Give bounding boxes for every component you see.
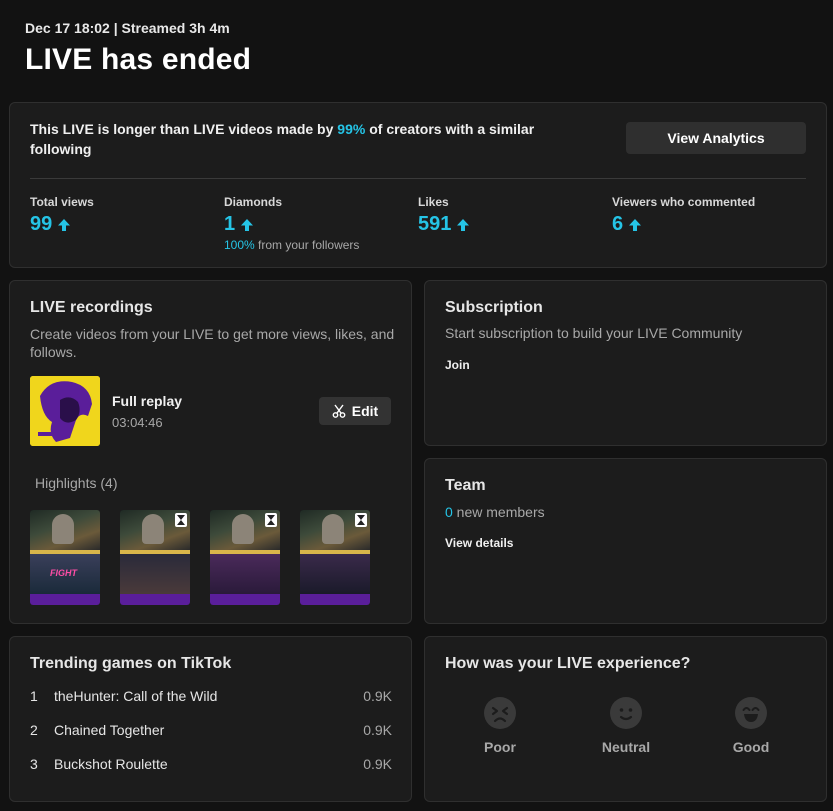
card-title: Team xyxy=(445,477,486,494)
thumbnail-person xyxy=(322,514,344,544)
game-value: 0.9K xyxy=(363,756,392,772)
stat-value-row: 1 xyxy=(224,213,359,236)
game-name: Chained Together xyxy=(54,722,165,738)
summary-text-before: This LIVE is longer than LIVE videos mad… xyxy=(30,121,338,137)
feedback-label: Poor xyxy=(484,739,516,755)
game-value: 0.9K xyxy=(363,722,392,738)
team-new-members: 0 new members xyxy=(445,504,545,520)
card-description: Create videos from your LIVE to get more… xyxy=(30,326,395,360)
arrow-up-icon xyxy=(457,218,470,231)
stat-label: Total views xyxy=(30,195,94,209)
page-title: LIVE has ended xyxy=(25,43,252,76)
team-card: Team 0 new members View details xyxy=(424,458,827,624)
feedback-poor-option[interactable]: Poor xyxy=(460,697,540,755)
thumbnail-game: FIGHT xyxy=(30,554,100,594)
hourglass-icon xyxy=(175,513,187,527)
thumbnail-webcam xyxy=(30,510,100,550)
card-title: Subscription xyxy=(445,299,543,316)
arrow-up-icon xyxy=(241,218,254,231)
fight-text: FIGHT xyxy=(50,568,77,578)
summary-card: This LIVE is longer than LIVE videos mad… xyxy=(9,102,827,268)
highlights-label: Highlights (4) xyxy=(35,475,118,491)
summary-percent: 99% xyxy=(337,121,366,137)
list-item[interactable]: 2 Chained Together 0.9K xyxy=(30,722,392,742)
sad-face-icon xyxy=(484,697,516,729)
feedback-neutral-option[interactable]: Neutral xyxy=(586,697,666,755)
hourglass-icon xyxy=(355,513,367,527)
stat-value: 6 xyxy=(612,213,624,235)
stat-diamonds: Diamonds 1 100% from your followers xyxy=(224,195,359,252)
stat-likes: Likes 591 xyxy=(418,195,470,236)
replay-thumbnail[interactable] xyxy=(30,376,100,446)
rank: 1 xyxy=(30,688,38,704)
stat-sub: 100% from your followers xyxy=(224,238,359,252)
card-title: Trending games on TikTok xyxy=(30,655,232,672)
subscription-card: Subscription Start subscription to build… xyxy=(424,280,827,446)
feedback-label: Good xyxy=(732,739,770,755)
list-item[interactable]: 3 Buckshot Roulette 0.9K xyxy=(30,756,392,776)
stat-value: 99 xyxy=(30,213,53,235)
happy-face-icon xyxy=(735,697,767,729)
divider xyxy=(30,178,806,179)
team-count: 0 xyxy=(445,504,453,520)
thumbnail-banner xyxy=(300,594,370,605)
stat-sub-percent: 100% xyxy=(224,238,255,252)
view-analytics-button[interactable]: View Analytics xyxy=(626,122,806,154)
thumbnail-banner xyxy=(30,594,100,605)
arrow-up-icon xyxy=(58,218,71,231)
list-item[interactable]: 1 theHunter: Call of the Wild 0.9K xyxy=(30,688,392,708)
edit-label: Edit xyxy=(351,403,379,419)
feedback-good-option[interactable]: Good xyxy=(711,697,791,755)
stat-label: Diamonds xyxy=(224,195,283,209)
stat-sub-text: from your followers xyxy=(254,238,360,252)
highlight-thumbnail[interactable] xyxy=(120,510,190,605)
summary-text: This LIVE is longer than LIVE videos mad… xyxy=(30,119,590,159)
neutral-face-icon xyxy=(610,697,642,729)
trending-games-card: Trending games on TikTok 1 theHunter: Ca… xyxy=(9,636,412,802)
replay-title: Full replay xyxy=(112,393,183,409)
thumbnail-game xyxy=(120,554,190,594)
card-description: Start subscription to build your LIVE Co… xyxy=(445,325,743,341)
stat-label: Likes xyxy=(418,195,449,209)
edit-button[interactable]: Edit xyxy=(319,397,391,425)
rank: 3 xyxy=(30,756,38,772)
card-title: LIVE recordings xyxy=(30,299,153,316)
feedback-label: Neutral xyxy=(601,739,651,755)
page-header: Dec 17 18:02 | Streamed 3h 4m LIVE has e… xyxy=(25,20,251,77)
card-title: How was your LIVE experience? xyxy=(445,655,691,672)
stat-total-views: Total views 99 xyxy=(30,195,94,236)
thumbnail-game xyxy=(300,554,370,594)
highlight-thumbnail[interactable] xyxy=(210,510,280,605)
game-value: 0.9K xyxy=(363,688,392,704)
replay-duration: 03:04:46 xyxy=(112,415,163,430)
replay-thumbnail-art xyxy=(30,376,100,446)
stat-value-row: 99 xyxy=(30,213,94,236)
thumbnail-person xyxy=(52,514,74,544)
thumbnail-game xyxy=(210,554,280,594)
join-link[interactable]: Join xyxy=(445,358,470,372)
stat-value-row: 6 xyxy=(612,213,755,236)
stat-value-row: 591 xyxy=(418,213,470,236)
highlight-thumbnail[interactable] xyxy=(300,510,370,605)
hourglass-icon xyxy=(265,513,277,527)
stat-value: 1 xyxy=(224,213,236,235)
stat-value: 591 xyxy=(418,213,452,235)
stream-meta: Dec 17 18:02 | Streamed 3h 4m xyxy=(25,20,230,36)
thumbnail-banner xyxy=(120,594,190,605)
highlight-thumbnail[interactable]: FIGHT xyxy=(30,510,100,605)
feedback-card: How was your LIVE experience? Poor Neutr… xyxy=(424,636,827,802)
game-name: Buckshot Roulette xyxy=(54,756,168,772)
rank: 2 xyxy=(30,722,38,738)
thumbnail-banner xyxy=(210,594,280,605)
live-recordings-card: LIVE recordings Create videos from your … xyxy=(9,280,412,624)
stat-label: Viewers who commented xyxy=(612,195,756,209)
arrow-up-icon xyxy=(629,218,642,231)
team-members-text: new members xyxy=(452,504,545,520)
thumbnail-person xyxy=(142,514,164,544)
stat-viewers-commented: Viewers who commented 6 xyxy=(612,195,755,236)
view-details-link[interactable]: View details xyxy=(445,536,513,550)
thumbnail-person xyxy=(232,514,254,544)
scissors-icon xyxy=(332,404,346,418)
game-name: theHunter: Call of the Wild xyxy=(54,688,218,704)
